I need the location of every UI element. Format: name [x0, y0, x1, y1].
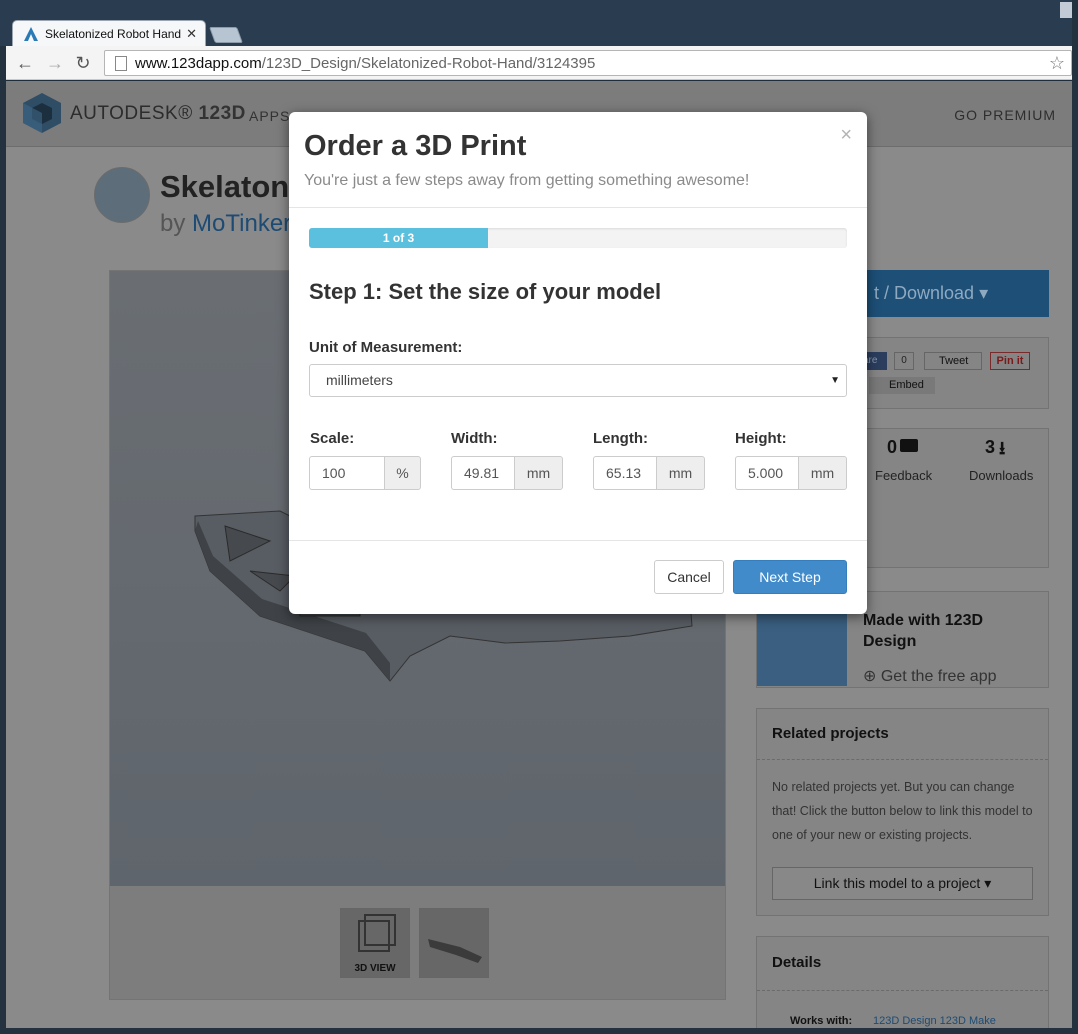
width-input-group: 49.81 mm	[451, 456, 563, 490]
length-input[interactable]: 65.13	[593, 456, 656, 490]
brand-product: 123D	[198, 103, 246, 124]
select-caret-icon: ▼	[830, 375, 840, 386]
scale-input-group: 100 %	[309, 456, 421, 490]
author-avatar[interactable]	[94, 167, 150, 223]
browser-tab[interactable]: Skelatonized Robot Hand ✕	[12, 20, 206, 46]
feedback-label[interactable]: Feedback	[875, 468, 932, 483]
chevron-down-icon: ▾	[979, 283, 989, 303]
url-host: www.123dapp.com	[135, 54, 262, 72]
link-chevron-down-icon: ▾	[984, 875, 992, 891]
tab-title: Skelatonized Robot Hand	[45, 26, 182, 41]
thumbnail-3d-view[interactable]: 3D VIEW	[340, 908, 410, 978]
brand-text: AUTODESK	[70, 103, 179, 124]
pin-it-button[interactable]: Pin it	[990, 352, 1030, 370]
tweet-button[interactable]: Tweet	[924, 352, 982, 370]
cube-3d-view-icon	[358, 914, 396, 952]
model-thumbnail-icon	[428, 939, 482, 963]
made-with-title: Made with 123D Design	[863, 612, 984, 650]
window-bottom-edge	[0, 1028, 1078, 1034]
123d-design-logo-icon	[757, 606, 847, 686]
related-divider	[757, 759, 1048, 760]
width-unit-addon: mm	[514, 456, 563, 490]
cancel-button[interactable]: Cancel	[654, 560, 724, 594]
speech-bubble-icon	[900, 439, 918, 452]
next-step-button[interactable]: Next Step	[733, 560, 847, 594]
tab-close-icon[interactable]: ✕	[186, 26, 197, 42]
autodesk-favicon-icon	[24, 26, 38, 41]
step-heading: Step 1: Set the size of your model	[309, 279, 662, 304]
works-with-value[interactable]: 123D Design 123D Make	[873, 1015, 996, 1027]
length-unit-addon: mm	[656, 456, 705, 490]
embed-button[interactable]: Embed	[869, 377, 935, 394]
author-link[interactable]: MoTinker	[192, 210, 291, 237]
height-input[interactable]: 5.000	[735, 456, 798, 490]
modal-title: Order a 3D Print	[304, 130, 527, 162]
download-arrow-icon: ⭳	[999, 438, 1006, 458]
downloads-label: Downloads	[969, 468, 1034, 483]
length-label: Length:	[593, 430, 648, 447]
window-right-edge	[1072, 0, 1078, 1034]
url-text: www.123dapp.com/123D_Design/Skelatonized…	[135, 55, 595, 72]
works-with-label: Works with:	[790, 1015, 853, 1027]
width-label: Width:	[451, 430, 498, 447]
browser-titlebar: Skelatonized Robot Hand ✕	[0, 0, 1078, 46]
modal-footer-divider	[289, 540, 867, 541]
reload-icon[interactable]: ↻	[72, 52, 94, 74]
unit-label: Unit of Measurement:	[309, 339, 463, 356]
modal-subtitle: You're just a few steps away from gettin…	[304, 172, 750, 189]
address-bar[interactable]: www.123dapp.com/123D_Design/Skelatonized…	[104, 50, 1072, 76]
thumbnail-3d-label: 3D VIEW	[354, 963, 396, 974]
related-projects-heading: Related projects	[772, 725, 889, 742]
scale-label: Scale:	[310, 430, 355, 447]
print-download-label: t / Download	[874, 283, 975, 303]
link-to-project-label: Link this model to a project	[813, 875, 981, 891]
share-count: 0	[894, 352, 914, 370]
new-tab-button[interactable]	[209, 27, 243, 43]
get-free-app-label: Get the free app	[880, 668, 997, 685]
nav-apps[interactable]: APPS	[249, 108, 290, 124]
length-input-group: 65.13 mm	[593, 456, 705, 490]
unit-select-value: millimeters	[326, 372, 393, 388]
feedback-count: 0	[887, 437, 898, 457]
details-divider	[757, 990, 1048, 991]
scale-unit-addon: %	[384, 456, 421, 490]
go-premium-link[interactable]: GO PREMIUM	[954, 107, 1056, 123]
page-icon	[115, 55, 127, 71]
get-free-app-link[interactable]: ⊕ Get the free app	[863, 666, 997, 686]
details-heading: Details	[772, 954, 822, 971]
thumbnail-render[interactable]	[419, 908, 489, 978]
browser-toolbar: ← → ↻ www.123dapp.com/123D_Design/Skelat…	[6, 46, 1078, 80]
related-projects-text: No related projects yet. But you can cha…	[772, 780, 1033, 842]
downloads-count: 3	[985, 437, 996, 457]
window-close-button[interactable]	[1060, 2, 1072, 18]
unit-select[interactable]: millimeters ▼	[309, 364, 847, 397]
step-progress-fill: 1 of 3	[309, 228, 489, 248]
modal-header-divider	[289, 207, 867, 208]
step-progress-bar: 1 of 3	[309, 228, 847, 248]
height-label: Height:	[735, 430, 787, 447]
url-path: /123D_Design/Skelatonized-Robot-Hand/312…	[261, 54, 596, 72]
by-label: by	[160, 210, 186, 237]
height-unit-addon: mm	[798, 456, 847, 490]
height-input-group: 5.000 mm	[735, 456, 847, 490]
close-icon[interactable]: ×	[840, 124, 852, 147]
autodesk-cube-logo-icon	[23, 93, 61, 133]
project-byline: by MoTinker	[160, 210, 291, 238]
scale-input[interactable]: 100	[309, 456, 384, 490]
brand-name[interactable]: AUTODESK® 123D	[70, 103, 246, 125]
related-projects-panel: Related projects No related projects yet…	[756, 708, 1049, 916]
bookmark-star-icon[interactable]: ☆	[1049, 53, 1065, 74]
link-to-project-button[interactable]: Link this model to a project ▾	[772, 867, 1033, 900]
details-panel: Details Works with: 123D Design 123D Mak…	[756, 936, 1049, 1028]
download-circle-icon: ⊕	[863, 668, 877, 685]
forward-arrow-icon[interactable]: →	[44, 52, 66, 74]
back-arrow-icon[interactable]: ←	[14, 52, 36, 74]
order-3d-print-modal: × Order a 3D Print You're just a few ste…	[289, 112, 867, 614]
width-input[interactable]: 49.81	[451, 456, 514, 490]
